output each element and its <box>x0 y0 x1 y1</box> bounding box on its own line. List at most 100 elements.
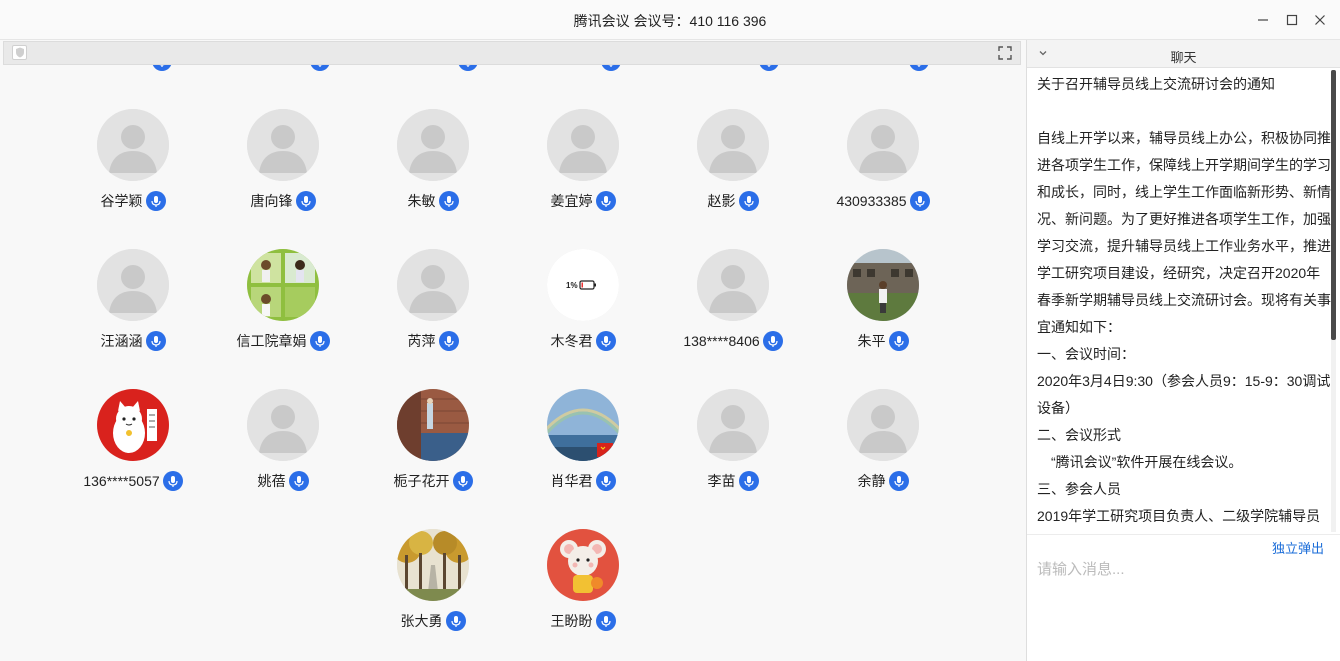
microphone-icon <box>145 331 166 351</box>
participant-name: 汪涵涵 <box>100 333 143 349</box>
chat-scroll-thumb[interactable] <box>1331 70 1336 340</box>
close-icon <box>1315 15 1325 25</box>
popout-button[interactable]: 独立弹出 <box>1272 538 1324 557</box>
participant-tile[interactable]: 肖华君 <box>508 389 658 509</box>
window-title: 腾讯会议 会议号：410 116 396 <box>573 13 767 29</box>
chat-message-line: 三、参会人员 <box>1037 481 1121 497</box>
participant-area: 谷学颖 唐向锋 朱敏 姜宜婷 赵影 430933385 汪涵涵 信工院章娟 芮萍 1% 木冬君 138… <box>0 40 1026 661</box>
participant-name-row: 李苗 <box>658 471 808 491</box>
participant-name: 朱敏 <box>407 193 436 209</box>
chat-message-line: 自线上开学以来，辅导员线上办公，积极协同推进各项学生工作，保障线上开学期间学生的… <box>1037 130 1331 335</box>
participant-name-row: 赵影 <box>658 191 808 211</box>
microphone-icon <box>438 331 459 351</box>
participant-name-row: 张大勇 <box>358 611 508 631</box>
participant-tile[interactable]: 430933385 <box>808 109 958 229</box>
microphone-icon <box>595 471 616 491</box>
participant-tile[interactable]: 朱平 <box>808 249 958 369</box>
participant-name: 赵影 <box>707 193 736 209</box>
participant-name: 张大勇 <box>400 613 443 629</box>
minimize-icon <box>1258 19 1268 21</box>
participant-tile[interactable]: 136****5057 <box>58 389 208 509</box>
microphone-icon <box>162 471 183 491</box>
participant-name-row: 王盼盼 <box>508 611 658 631</box>
avatar <box>847 389 919 461</box>
microphone-icon <box>295 191 316 211</box>
avatar <box>847 249 919 321</box>
participant-tile[interactable]: 芮萍 <box>358 249 508 369</box>
participant-tile[interactable]: 信工院章娟 <box>208 249 358 369</box>
chat-message-line: 关于召开辅导员线上交流研讨会的通知 <box>1037 76 1275 92</box>
avatar: 1% <box>547 249 619 321</box>
fullscreen-button[interactable] <box>996 44 1014 62</box>
chat-message-line: 2020年3月4日9:30（参会人员9：15-9：30调试设备） <box>1037 373 1331 416</box>
chat-scrollbar[interactable] <box>1331 70 1336 532</box>
chat-message: 关于召开辅导员线上交流研讨会的通知 自线上开学以来，辅导员线上办公，积极协同推进… <box>1037 71 1333 534</box>
participant-tile[interactable]: 汪涵涵 <box>58 249 208 369</box>
participant-tile[interactable]: 姜宜婷 <box>508 109 658 229</box>
avatar <box>847 109 919 181</box>
chat-input[interactable] <box>1037 557 1331 581</box>
avatar <box>547 109 619 181</box>
avatar <box>697 249 769 321</box>
participant-tile[interactable]: 赵影 <box>658 109 808 229</box>
participant-tile[interactable]: 姚蓓 <box>208 389 358 509</box>
participant-name: 姚蓓 <box>257 473 286 489</box>
microphone-icon <box>452 471 473 491</box>
security-shield-icon[interactable] <box>12 45 27 60</box>
avatar <box>247 109 319 181</box>
participant-name: 王盼盼 <box>550 613 593 629</box>
avatar <box>397 529 469 601</box>
microphone-icon <box>445 611 466 631</box>
participant-name: 信工院章娟 <box>236 333 307 349</box>
participant-name-row: 栀子花开 <box>358 471 508 491</box>
chat-message-line <box>1037 98 1333 125</box>
avatar <box>547 389 619 461</box>
microphone-icon <box>762 331 783 351</box>
close-button[interactable] <box>1310 10 1330 30</box>
avatar <box>247 389 319 461</box>
chat-message-line: “腾讯会议”软件开展在线会议。 <box>1037 454 1243 470</box>
participant-name-row: 肖华君 <box>508 471 658 491</box>
avatar <box>397 389 469 461</box>
participant-tile[interactable]: 李苗 <box>658 389 808 509</box>
chat-title: 聊天 <box>1170 50 1197 65</box>
participant-name: 栀子花开 <box>393 473 450 489</box>
participant-name: 136****5057 <box>83 473 160 489</box>
minimize-button[interactable] <box>1253 10 1273 30</box>
avatar <box>397 249 469 321</box>
microphone-icon <box>309 331 330 351</box>
microphone-icon <box>738 471 759 491</box>
microphone-icon <box>888 331 909 351</box>
avatar <box>247 249 319 321</box>
participant-name-row: 余静 <box>808 471 958 491</box>
participant-name: 谷学颖 <box>100 193 143 209</box>
chat-message-line: 2019年学工研究项目负责人、二级学院辅导员代表 <box>1037 508 1321 524</box>
participant-tile[interactable]: 张大勇 <box>358 529 508 649</box>
avatar <box>697 389 769 461</box>
microphone-icon <box>145 191 166 211</box>
participant-tile[interactable]: 谷学颖 <box>58 109 208 229</box>
microphone-icon <box>888 471 909 491</box>
microphone-icon <box>595 191 616 211</box>
participant-tile[interactable]: 栀子花开 <box>358 389 508 509</box>
chat-input-divider <box>1027 534 1340 535</box>
participant-name-row: 430933385 <box>808 191 958 211</box>
participant-tile[interactable]: 王盼盼 <box>508 529 658 649</box>
participant-tile[interactable]: 138****8406 <box>658 249 808 369</box>
participant-tile[interactable]: 唐向锋 <box>208 109 358 229</box>
participant-name: 李苗 <box>707 473 736 489</box>
participant-name: 木冬君 <box>550 333 593 349</box>
participant-name-row: 朱平 <box>808 331 958 351</box>
maximize-icon <box>1286 14 1298 26</box>
maximize-button[interactable] <box>1282 10 1302 30</box>
participant-name-row: 138****8406 <box>658 331 808 351</box>
chat-message-line: 二、会议形式 <box>1037 427 1121 443</box>
avatar <box>397 109 469 181</box>
participant-name-row: 朱敏 <box>358 191 508 211</box>
avatar <box>97 249 169 321</box>
avatar <box>97 389 169 461</box>
participant-name-row: 谷学颖 <box>58 191 208 211</box>
participant-tile[interactable]: 1% 木冬君 <box>508 249 658 369</box>
participant-tile[interactable]: 朱敏 <box>358 109 508 229</box>
participant-tile[interactable]: 余静 <box>808 389 958 509</box>
